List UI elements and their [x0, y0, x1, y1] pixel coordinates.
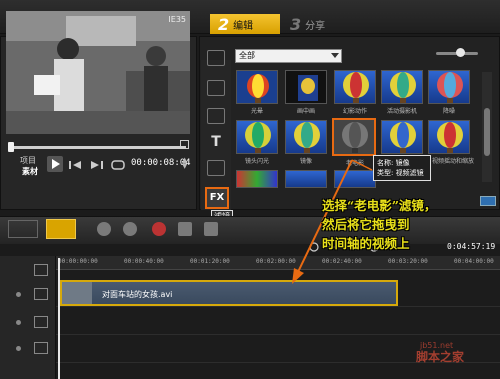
next-frame-icon[interactable] [89, 160, 103, 170]
effect-thumb-13[interactable] [334, 170, 376, 188]
timecode-spinner-icon[interactable]: ▲ ▼ [182, 157, 187, 170]
effect-label-6: 镜头闪光 [244, 158, 269, 165]
site-watermark: 脚本之家 [416, 350, 465, 364]
audio-mixer-icon[interactable] [178, 222, 192, 236]
ruler-tick: 00:00:00:00 [58, 258, 98, 265]
preview-watermark: IE35 [168, 15, 186, 24]
annotation-line-1: 选择“老电影”滤镜， [322, 198, 437, 213]
effect-thumb-9[interactable] [381, 120, 423, 154]
effect-thumb-2[interactable] [285, 70, 327, 104]
instruction-annotation: 选择“老电影”滤镜， 然后将它拖曳到 时间轴的视频上 [322, 196, 472, 253]
overlay-track-toggle[interactable] [16, 320, 21, 325]
step-edit-number: 2 [218, 14, 230, 34]
seek-handle[interactable] [8, 142, 14, 152]
balloon-icon [245, 122, 271, 153]
timeline-playhead[interactable] [58, 258, 60, 379]
balloon-icon [390, 72, 416, 103]
ruler-tick: 00:00:40:00 [124, 258, 164, 265]
undo-icon[interactable] [97, 222, 111, 236]
project-mode-label[interactable]: 项目 [20, 155, 36, 166]
balloon-icon [294, 122, 320, 153]
effect-thumb-12[interactable] [285, 170, 327, 188]
workflow-steps: 1 捕获 2 编辑 3 分享 [138, 14, 500, 34]
effect-thumb-11[interactable] [236, 170, 278, 188]
overlay-track[interactable] [56, 307, 500, 335]
graphic-icon[interactable] [207, 160, 225, 176]
effect-thumb-10[interactable] [428, 120, 470, 154]
play-button[interactable] [47, 156, 63, 172]
track-manager-icon[interactable] [34, 264, 48, 276]
preview-viewport: IE35 [6, 11, 190, 134]
effect-thumb-5[interactable] [428, 70, 470, 104]
title-icon[interactable]: T [207, 134, 225, 150]
auto-music-icon[interactable] [204, 222, 218, 236]
ruler-tick: 00:03:20:00 [388, 258, 428, 265]
previous-frame-icon[interactable] [69, 160, 83, 170]
play-icon [52, 159, 60, 169]
video-track-toggle[interactable] [16, 292, 21, 297]
slider-knob[interactable] [456, 48, 465, 57]
redo-icon[interactable] [123, 222, 137, 236]
step-share-number: 3 [290, 14, 302, 34]
title-track-toggle[interactable] [16, 346, 21, 351]
pip-icon [298, 75, 318, 101]
timeline-ruler[interactable]: 00:00:00:00 00:00:40:00 00:01:20:00 00:0… [56, 256, 500, 270]
effect-thumb-3[interactable] [334, 70, 376, 104]
step-edit-label: 编辑 [233, 20, 254, 32]
effect-thumb-1[interactable] [236, 70, 278, 104]
ruler-tick: 00:04:00:00 [454, 258, 494, 265]
clip-name: 对面车站的女孩.avi [102, 290, 173, 299]
effect-thumb-4[interactable] [381, 70, 423, 104]
storyboard-view-button[interactable] [8, 220, 38, 238]
effect-thumb-7[interactable] [285, 120, 327, 154]
balloon-icon [247, 74, 269, 103]
effect-thumb-old-film[interactable] [332, 118, 376, 156]
balloon-icon [390, 122, 416, 153]
ruler-tick: 00:02:00:00 [256, 258, 296, 265]
effect-label-7: 镜像 [299, 158, 312, 165]
effect-label-3: 幻影动作 [342, 108, 367, 115]
effect-label-10: 视频摇动和缩放 [431, 158, 474, 165]
timeline-view-button[interactable] [46, 219, 76, 239]
transition-icon[interactable] [207, 108, 225, 124]
media-icon[interactable] [207, 50, 225, 66]
preview-frame-image [6, 11, 190, 134]
category-select[interactable]: 全部 [235, 49, 342, 63]
overlay-track-icon [34, 316, 48, 328]
balloon-icon [343, 72, 369, 103]
video-track-icon [34, 288, 48, 300]
annotation-line-3: 时间轴的视频上 [322, 236, 410, 251]
ruler-tick: 00:01:20:00 [190, 258, 230, 265]
library-scroll-thumb[interactable] [484, 108, 490, 156]
step-share-label: 分享 [305, 20, 326, 32]
clip-thumbnail [62, 282, 92, 304]
record-capture-icon[interactable] [152, 222, 166, 236]
tooltip-type: 类型: 视频滤镜 [377, 169, 424, 177]
balloon-icon [437, 122, 463, 153]
clip-mode-label[interactable]: 素材 [22, 166, 38, 177]
effect-label-5: 降噪 [442, 108, 455, 115]
expand-options-button[interactable] [480, 196, 496, 206]
balloon-icon [342, 122, 368, 153]
effect-label-1: 光晕 [250, 108, 263, 115]
step-share[interactable]: 3 分享 [282, 14, 352, 34]
effect-thumb-6[interactable] [236, 120, 278, 154]
annotation-line-2: 然后将它拖曳到 [322, 217, 410, 232]
repeat-icon[interactable] [111, 160, 125, 170]
effect-label-4: 活动摄影机 [386, 108, 417, 115]
ruler-tick: 00:02:40:00 [322, 258, 362, 265]
seek-bar[interactable] [10, 146, 186, 149]
effect-label-2: 画中画 [296, 108, 315, 115]
track-headers [0, 256, 56, 379]
tooltip-name: 名称: 镜像 [377, 159, 410, 167]
effect-tooltip: 名称: 镜像 类型: 视频滤镜 [373, 155, 431, 181]
instant-project-icon[interactable] [207, 80, 225, 96]
filter-fx-icon[interactable]: FX [205, 187, 229, 209]
chevron-down-icon[interactable] [331, 53, 339, 58]
balloon-icon [437, 72, 463, 103]
title-track-icon [34, 342, 48, 354]
step-edit[interactable]: 2 编辑 [210, 14, 280, 34]
